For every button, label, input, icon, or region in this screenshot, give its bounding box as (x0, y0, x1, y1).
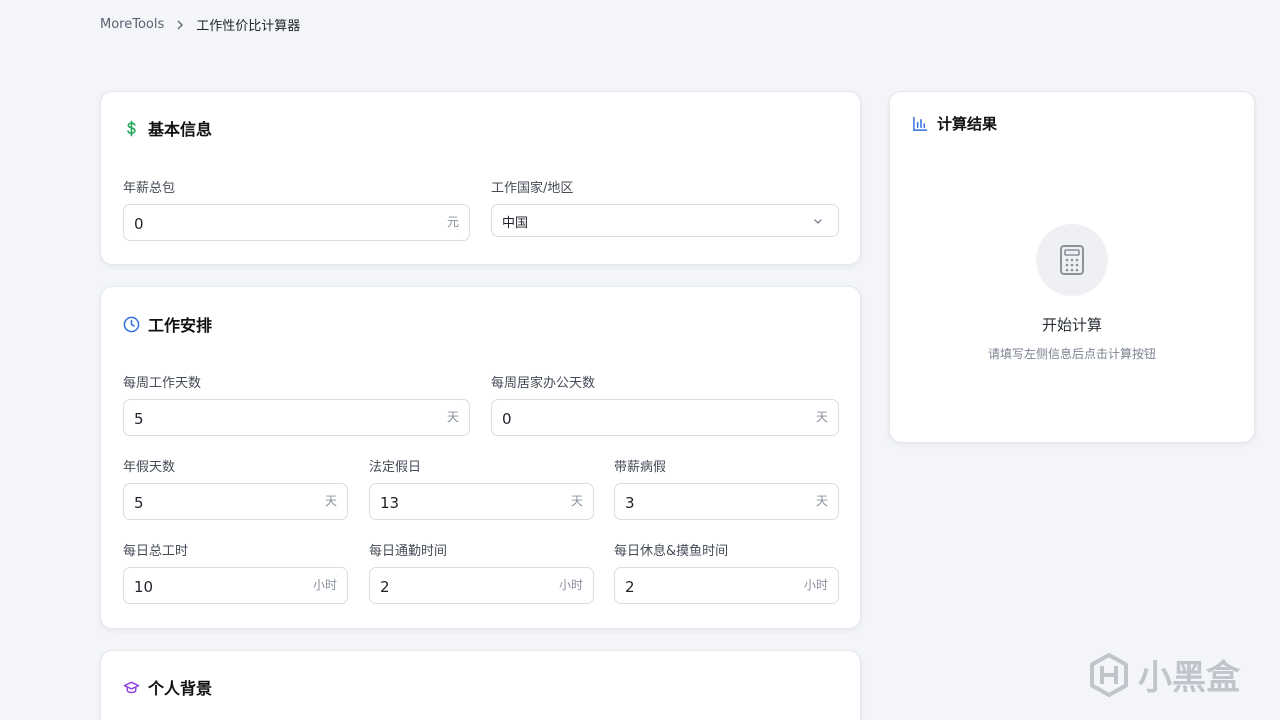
annual-leave-unit: 天 (324, 494, 337, 508)
bar-chart-icon (913, 116, 928, 131)
result-empty-title: 开始计算 (1041, 316, 1102, 334)
watermark: 小黑盒 (1088, 650, 1240, 699)
rest-input[interactable]: 2 小时 (614, 567, 839, 604)
breadcrumb: MoreTools 工作性价比计算器 (100, 15, 300, 34)
commute-value: 2 (380, 577, 390, 596)
dollar-icon (127, 120, 136, 136)
background-title-text: 个人背景 (148, 679, 213, 698)
rest-value: 2 (625, 577, 635, 596)
rest-field: 每日休息&摸鱼时间 2 小时 (614, 544, 839, 604)
country-value: 中国 (502, 216, 529, 231)
graduation-cap-icon (123, 681, 140, 693)
breadcrumb-current: 工作性价比计算器 (196, 19, 301, 34)
result-empty-desc: 请填写左侧信息后点击计算按钮 (987, 347, 1156, 361)
work-title: 工作安排 (123, 312, 212, 336)
annual-leave-label: 年假天数 (123, 460, 176, 475)
sick-leave-unit: 天 (815, 494, 828, 508)
basic-info-title: 基本信息 (123, 116, 212, 140)
background-title: 个人背景 (123, 675, 212, 699)
wfh-days-unit: 天 (815, 410, 828, 424)
salary-value: 0 (134, 214, 144, 233)
result-title-text: 计算结果 (937, 115, 998, 133)
salary-unit: 元 (446, 215, 459, 229)
holidays-field: 法定假日 13 天 (369, 460, 594, 520)
holidays-label: 法定假日 (369, 460, 422, 475)
hours-input[interactable]: 10 小时 (123, 567, 348, 604)
days-per-week-field: 每周工作天数 5 天 (123, 376, 470, 436)
hours-unit: 小时 (312, 578, 337, 592)
breadcrumb-home[interactable]: MoreTools (100, 17, 164, 32)
sick-leave-label: 带薪病假 (614, 460, 667, 475)
holidays-unit: 天 (570, 494, 583, 508)
commute-label: 每日通勤时间 (369, 544, 448, 559)
commute-unit: 小时 (558, 578, 583, 592)
annual-leave-value: 5 (134, 493, 144, 512)
country-label: 工作国家/地区 (491, 181, 574, 196)
salary-field: 年薪总包 0 元 (123, 181, 470, 241)
result-card: 计算结果 开始计算 请填写左侧信息后点击计算按钮 (889, 91, 1255, 443)
wfh-days-value: 0 (502, 409, 512, 428)
chevron-down-icon (814, 218, 822, 224)
hours-field: 每日总工时 10 小时 (123, 544, 348, 604)
wfh-days-input[interactable]: 0 天 (491, 399, 839, 436)
sick-leave-value: 3 (625, 493, 635, 512)
days-per-week-label: 每周工作天数 (123, 376, 202, 391)
heybox-logo-icon (1090, 652, 1128, 697)
result-title: 计算结果 (912, 113, 997, 134)
calculator-icon-wrap (1036, 224, 1108, 296)
days-per-week-input[interactable]: 5 天 (123, 399, 470, 436)
rest-label: 每日休息&摸鱼时间 (614, 544, 729, 559)
watermark-text: 小黑盒 (1138, 658, 1240, 698)
basic-info-card: 基本信息 年薪总包 0 元 工作国家/地区 中国 (100, 91, 861, 265)
holidays-input[interactable]: 13 天 (369, 483, 594, 520)
basic-info-title-text: 基本信息 (148, 120, 213, 139)
commute-field: 每日通勤时间 2 小时 (369, 544, 594, 604)
hours-label: 每日总工时 (123, 544, 189, 559)
chevron-right-icon (177, 20, 184, 29)
clock-icon (123, 316, 140, 332)
commute-input[interactable]: 2 小时 (369, 567, 594, 604)
country-select[interactable]: 中国 (491, 204, 839, 237)
days-per-week-unit: 天 (446, 410, 459, 424)
result-empty-state: 开始计算 请填写左侧信息后点击计算按钮 (890, 224, 1254, 362)
calculator-icon (1060, 245, 1084, 275)
holidays-value: 13 (380, 493, 400, 512)
rest-unit: 小时 (803, 578, 828, 592)
work-card: 工作安排 每周工作天数 5 天 每周居家办公天数 0 天 年假天数 5 天 法定… (100, 286, 861, 629)
background-card: 个人背景 (100, 650, 861, 720)
annual-leave-input[interactable]: 5 天 (123, 483, 348, 520)
sick-leave-input[interactable]: 3 天 (614, 483, 839, 520)
country-field: 工作国家/地区 中国 (491, 181, 839, 237)
salary-label: 年薪总包 (123, 181, 176, 196)
days-per-week-value: 5 (134, 409, 144, 428)
wfh-days-label: 每周居家办公天数 (491, 376, 596, 391)
hours-value: 10 (134, 577, 154, 596)
salary-input[interactable]: 0 元 (123, 204, 470, 241)
annual-leave-field: 年假天数 5 天 (123, 460, 348, 520)
work-title-text: 工作安排 (148, 316, 213, 335)
sick-leave-field: 带薪病假 3 天 (614, 460, 839, 520)
wfh-days-field: 每周居家办公天数 0 天 (491, 376, 839, 436)
